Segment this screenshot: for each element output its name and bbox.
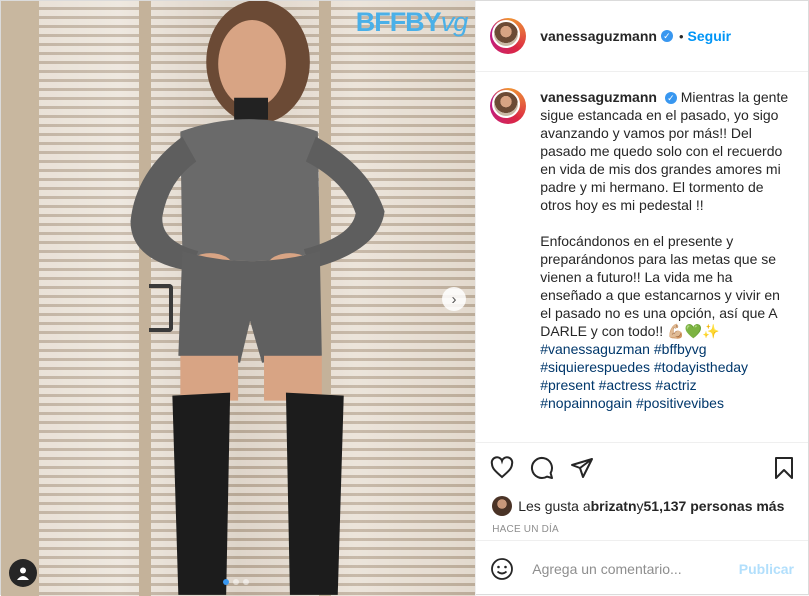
tagged-users-button[interactable] — [9, 559, 37, 587]
caption-text-1: Mientras la gente sigue estancada en el … — [540, 89, 789, 213]
heart-icon — [491, 455, 514, 478]
likes-summary: Les gusta a brizatn y 51,137 personas má… — [476, 492, 808, 520]
comment-button[interactable] — [530, 456, 554, 480]
post-photo[interactable]: BFFBYvg › — [1, 1, 476, 596]
paper-plane-icon — [571, 457, 594, 478]
save-button[interactable] — [772, 456, 796, 480]
likes-middle: y — [636, 498, 644, 514]
hashtag-link[interactable]: #siquierespuedes — [540, 359, 650, 375]
hashtag-link[interactable]: #nopainnogain — [540, 395, 632, 411]
brand-logo-text: BFFBY — [355, 7, 442, 37]
hashtag-link[interactable]: #actriz — [655, 377, 696, 393]
like-button[interactable] — [490, 455, 514, 480]
action-bar — [476, 442, 808, 492]
caption-paragraph-2: Enfocándonos en el presente y preparándo… — [540, 232, 792, 340]
caption-username[interactable]: vanessaguzmann — [540, 89, 657, 105]
liker-avatar[interactable] — [492, 496, 513, 516]
smiley-icon[interactable] — [490, 557, 514, 581]
bookmark-icon — [775, 456, 793, 479]
follow-button[interactable]: Seguir — [688, 28, 732, 44]
hashtag-link[interactable]: #vanessaguzman — [540, 341, 650, 357]
separator-dot: • — [678, 28, 684, 44]
likes-prefix: Les gusta a — [518, 498, 591, 514]
avatar[interactable] — [490, 18, 527, 54]
carousel-dot — [243, 579, 249, 585]
brand-logo: BFFBYvg — [355, 7, 469, 38]
avatar-image — [492, 90, 521, 118]
chevron-right-icon: › — [451, 290, 457, 308]
header-username[interactable]: vanessaguzmann — [540, 28, 657, 44]
liker-username[interactable]: brizatn — [591, 498, 637, 514]
verified-badge-icon: ✓ — [664, 92, 677, 105]
hashtag-link[interactable]: #todayistheday — [654, 359, 748, 375]
carousel-dot-active — [223, 579, 229, 585]
hashtag-link[interactable]: #positivevibes — [636, 395, 724, 411]
carousel-indicator — [223, 579, 249, 585]
caption-text-2: Enfocándonos en el presente y preparándo… — [540, 233, 780, 339]
caption-paragraph-1: vanessaguzmann ✓ Mientras la gente sigue… — [540, 88, 792, 214]
comment-input[interactable] — [530, 559, 739, 578]
hashtag-list: #vanessaguzman #bffbyvg #siquierespuedes… — [540, 340, 792, 412]
verified-badge-icon: ✓ — [660, 30, 673, 42]
brand-logo-script: vg — [440, 7, 469, 37]
likes-count[interactable]: 51,137 personas más — [644, 498, 785, 514]
instagram-post: BFFBYvg › vanessaguzmann ✓ • Seguir vane… — [0, 0, 809, 596]
caption-body: vanessaguzmann ✓ Mientras la gente sigue… — [540, 88, 792, 442]
hashtag-link[interactable]: #actress — [599, 377, 652, 393]
comment-box: Publicar — [476, 540, 808, 596]
share-button[interactable] — [570, 456, 594, 480]
person-icon — [17, 567, 29, 580]
carousel-dot — [233, 579, 239, 585]
post-header: vanessaguzmann ✓ • Seguir — [476, 1, 808, 72]
publish-button[interactable]: Publicar — [739, 561, 794, 577]
post-side-panel: vanessaguzmann ✓ • Seguir vanessaguzmann… — [475, 1, 808, 596]
hashtag-link[interactable]: #present — [540, 377, 594, 393]
next-photo-button[interactable]: › — [442, 287, 466, 311]
woman-figure — [130, 1, 385, 595]
caption-avatar[interactable] — [490, 88, 527, 124]
post-timestamp[interactable]: HACE UN DÍA — [476, 520, 808, 540]
avatar-image — [492, 20, 521, 48]
hashtag-link[interactable]: #bffbyvg — [654, 341, 707, 357]
caption-section: vanessaguzmann ✓ Mientras la gente sigue… — [476, 72, 808, 442]
comment-bubble-icon — [531, 456, 554, 479]
